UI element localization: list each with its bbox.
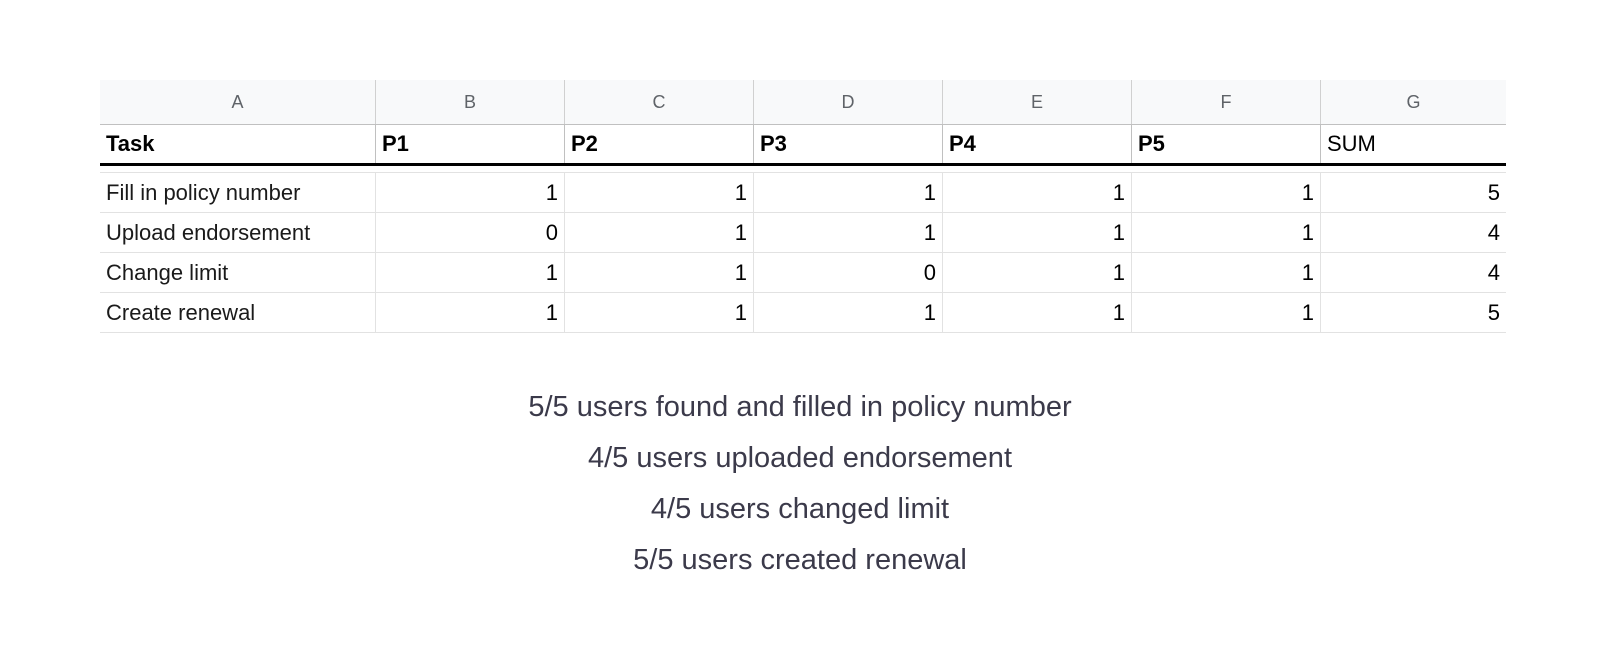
value-cell[interactable]: 1	[376, 293, 565, 332]
value-cell[interactable]: 1	[943, 293, 1132, 332]
value-cell[interactable]: 1	[565, 253, 754, 292]
header-cell-task[interactable]: Task	[100, 125, 376, 163]
sum-cell[interactable]: 4	[1321, 253, 1506, 292]
value-cell[interactable]: 1	[1132, 173, 1321, 212]
spreadsheet: A B C D E F G Task P1 P2 P3 P4 P5 SUM Fi…	[100, 80, 1506, 333]
value-cell[interactable]: 1	[754, 213, 943, 252]
sum-cell[interactable]: 5	[1321, 173, 1506, 212]
value-cell[interactable]: 1	[754, 293, 943, 332]
value-cell[interactable]: 1	[754, 173, 943, 212]
header-cell-p1[interactable]: P1	[376, 125, 565, 163]
task-cell[interactable]: Fill in policy number	[100, 173, 376, 212]
value-cell[interactable]: 0	[754, 253, 943, 292]
table-row: Upload endorsement 0 1 1 1 1 4	[100, 213, 1506, 253]
value-cell[interactable]: 1	[565, 173, 754, 212]
summary-line: 5/5 users found and filled in policy num…	[528, 391, 1072, 423]
table-row: Change limit 1 1 0 1 1 4	[100, 253, 1506, 293]
value-cell[interactable]: 1	[1132, 293, 1321, 332]
task-cell[interactable]: Change limit	[100, 253, 376, 292]
summary-line: 5/5 users created renewal	[633, 544, 967, 576]
header-cell-p4[interactable]: P4	[943, 125, 1132, 163]
column-header-c[interactable]: C	[565, 80, 754, 124]
task-cell[interactable]: Create renewal	[100, 293, 376, 332]
header-cell-p2[interactable]: P2	[565, 125, 754, 163]
column-header-f[interactable]: F	[1132, 80, 1321, 124]
summary-line: 4/5 users uploaded endorsement	[587, 442, 1012, 474]
value-cell[interactable]: 1	[1132, 253, 1321, 292]
header-cell-p5[interactable]: P5	[1132, 125, 1321, 163]
frozen-row-divider	[100, 166, 1506, 173]
value-cell[interactable]: 0	[376, 213, 565, 252]
value-cell[interactable]: 1	[565, 293, 754, 332]
sum-cell[interactable]: 4	[1321, 213, 1506, 252]
column-header-d[interactable]: D	[754, 80, 943, 124]
value-cell[interactable]: 1	[943, 213, 1132, 252]
sum-cell[interactable]: 5	[1321, 293, 1506, 332]
column-header-a[interactable]: A	[100, 80, 376, 124]
header-cell-p3[interactable]: P3	[754, 125, 943, 163]
table-row: Create renewal 1 1 1 1 1 5	[100, 293, 1506, 333]
value-cell[interactable]: 1	[565, 213, 754, 252]
column-header-g[interactable]: G	[1321, 80, 1506, 124]
column-header-b[interactable]: B	[376, 80, 565, 124]
value-cell[interactable]: 1	[376, 173, 565, 212]
column-header-row: A B C D E F G	[100, 80, 1506, 125]
summary-line: 4/5 users changed limit	[650, 493, 950, 525]
value-cell[interactable]: 1	[1132, 213, 1321, 252]
header-cell-sum[interactable]: SUM	[1321, 125, 1506, 163]
value-cell[interactable]: 1	[943, 173, 1132, 212]
task-cell[interactable]: Upload endorsement	[100, 213, 376, 252]
column-header-e[interactable]: E	[943, 80, 1132, 124]
table-header-row: Task P1 P2 P3 P4 P5 SUM	[100, 125, 1506, 166]
value-cell[interactable]: 1	[376, 253, 565, 292]
value-cell[interactable]: 1	[943, 253, 1132, 292]
table-row: Fill in policy number 1 1 1 1 1 5	[100, 173, 1506, 213]
results-summary: 5/5 users found and filled in policy num…	[0, 382, 1600, 586]
